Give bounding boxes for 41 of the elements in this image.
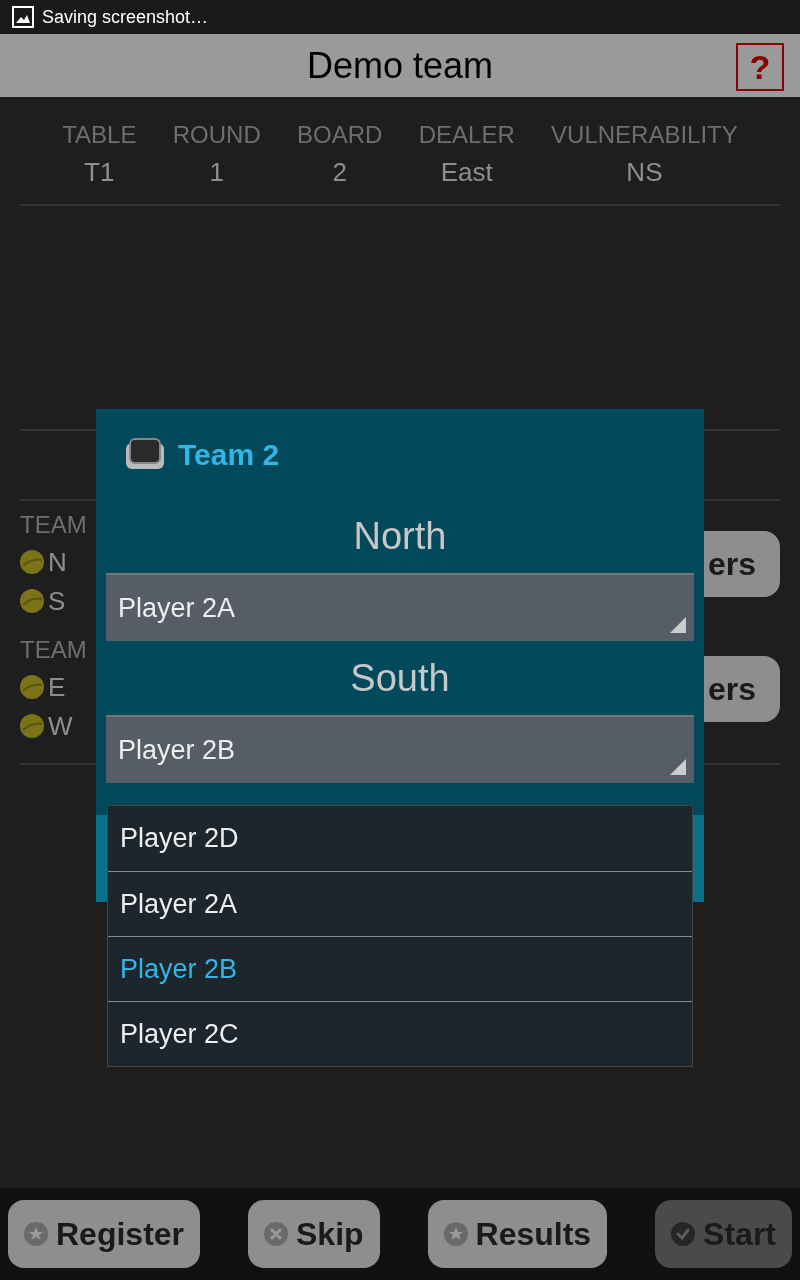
- header-title: Demo team: [306, 43, 494, 88]
- dropdown-corner-icon: [670, 617, 686, 633]
- help-button[interactable]: ?: [736, 43, 784, 91]
- team-label: TEAM: [20, 509, 87, 540]
- player-select[interactable]: Player 2A: [106, 573, 694, 641]
- notification-text: Saving screenshot…: [42, 5, 209, 29]
- dropdown-option[interactable]: Player 2B: [108, 936, 692, 1001]
- info-label: DEALER: [418, 120, 515, 150]
- info-label: TABLE: [62, 120, 137, 150]
- info-value: East: [440, 156, 493, 189]
- toolbar-button[interactable]: Skip: [248, 1200, 380, 1268]
- info-label: BOARD: [297, 120, 383, 150]
- ball-icon: [20, 675, 44, 699]
- info-value: 2: [332, 156, 347, 189]
- dialog-title: Team 2: [178, 436, 280, 473]
- ball-icon: [20, 714, 44, 738]
- seat-heading: North: [353, 513, 447, 559]
- info-value: NS: [626, 156, 663, 189]
- device-icon: [124, 437, 166, 471]
- ball-icon: [20, 550, 44, 574]
- toolbar-button[interactable]: Results: [427, 1200, 608, 1268]
- check-icon: [671, 1222, 696, 1246]
- info-value: 1: [209, 156, 224, 189]
- info-value: T1: [84, 156, 115, 189]
- dropdown-option[interactable]: Player 2A: [108, 871, 692, 936]
- info-label: VULNERABILITY: [551, 120, 738, 150]
- dropdown-option[interactable]: Player 2C: [108, 1001, 692, 1066]
- info-label: ROUND: [172, 120, 261, 150]
- dropdown-corner-icon: [670, 759, 686, 775]
- seat-label: N: [48, 545, 67, 579]
- ball-icon: [20, 589, 44, 613]
- seat-label: S: [48, 584, 66, 618]
- team-label: TEAM: [20, 634, 87, 665]
- player-select[interactable]: Player 2B: [106, 715, 694, 783]
- image-icon: [12, 6, 34, 28]
- dropdown-option[interactable]: Player 2D: [108, 806, 692, 871]
- seat-label: W: [48, 709, 73, 743]
- toolbar-button[interactable]: Register: [8, 1200, 201, 1268]
- seat-label: E: [48, 670, 66, 704]
- close-icon: [264, 1222, 288, 1246]
- seat-heading: South: [350, 655, 450, 701]
